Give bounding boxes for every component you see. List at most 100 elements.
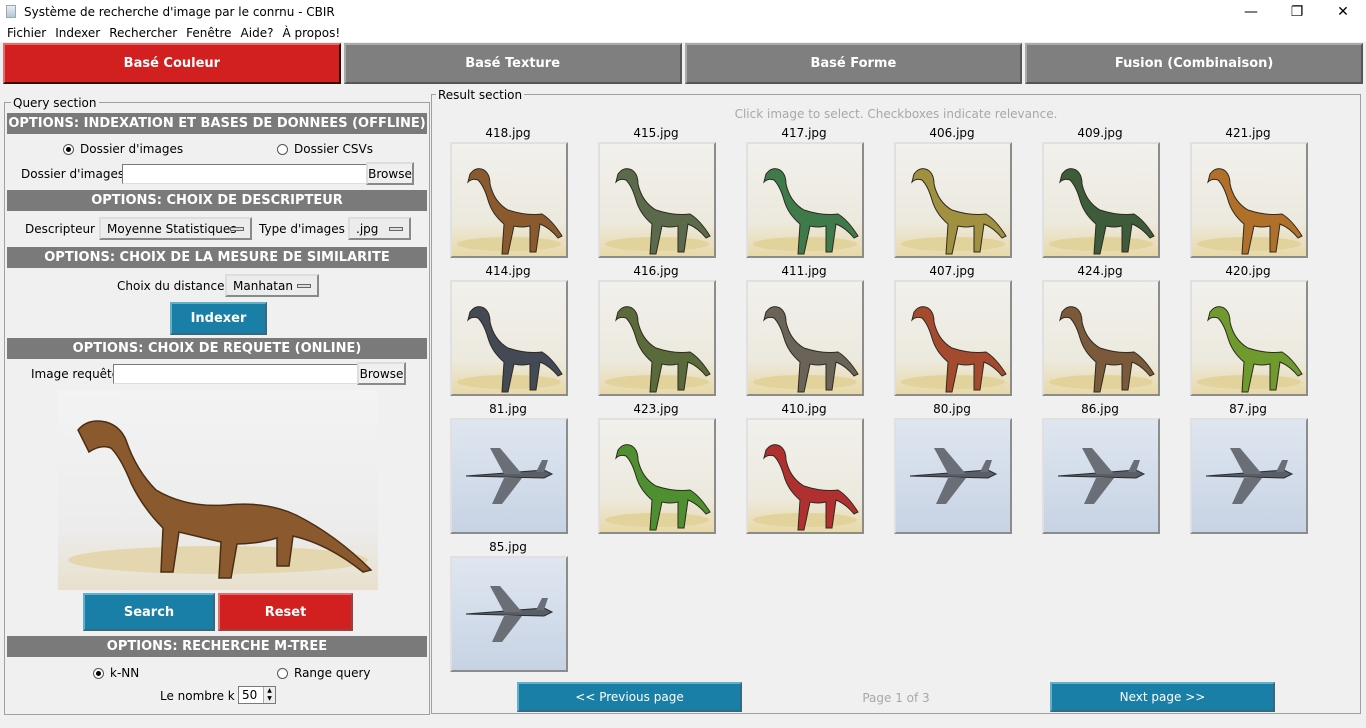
result-thumbnail[interactable]	[746, 280, 864, 396]
result-image-name: 411.jpg	[781, 264, 827, 278]
descriptor-label: Descripteur :	[25, 222, 103, 236]
result-thumbnail[interactable]	[450, 556, 568, 672]
airplane-image	[465, 448, 554, 504]
menu-indexer[interactable]: Indexer	[52, 26, 106, 40]
reset-button[interactable]: Reset	[218, 593, 353, 631]
next-page-button[interactable]: Next page >>	[1050, 682, 1275, 712]
spin-arrows-icon[interactable]: ▲ ▼	[263, 687, 275, 703]
dinosaur-image	[753, 168, 859, 255]
dinosaur-image	[1197, 306, 1303, 393]
dinosaur-image	[901, 168, 1007, 255]
result-image-name: 409.jpg	[1077, 126, 1123, 140]
app-icon	[6, 5, 16, 18]
menu-fenetre[interactable]: Fenêtre	[183, 26, 237, 40]
radio-range-label: Range query	[294, 666, 371, 680]
result-thumbnail[interactable]	[598, 280, 716, 396]
menu-bar: Fichier Indexer Rechercher Fenêtre Aide?…	[0, 23, 1366, 42]
menu-fichier[interactable]: Fichier	[4, 26, 52, 40]
airplane-image	[1057, 448, 1146, 504]
result-image-name: 416.jpg	[633, 264, 679, 278]
result-image-name: 424.jpg	[1077, 264, 1123, 278]
indexation-header: OPTIONS: INDEXATION ET BASES DE DONNEES …	[7, 113, 427, 134]
dropdown-indicator-icon	[230, 227, 244, 231]
menu-aide[interactable]: Aide?	[238, 26, 280, 40]
menu-a-propos[interactable]: À propos!	[279, 26, 346, 40]
result-thumbnail[interactable]	[1190, 418, 1308, 534]
menu-rechercher[interactable]: Rechercher	[106, 26, 183, 40]
previous-page-button[interactable]: << Previous page	[517, 682, 742, 712]
result-thumbnail[interactable]	[894, 280, 1012, 396]
result-thumbnail[interactable]	[894, 418, 1012, 534]
result-image-name: 80.jpg	[933, 402, 971, 416]
k-count-spinbox[interactable]: 50 ▲ ▼	[238, 686, 276, 704]
result-image-name: 81.jpg	[489, 402, 527, 416]
result-thumbnail[interactable]	[450, 418, 568, 534]
result-image-name: 407.jpg	[929, 264, 975, 278]
radio-csv-label: Dossier CSVs	[294, 142, 374, 156]
radio-range-query[interactable]: Range query	[277, 666, 371, 680]
result-thumbnail[interactable]	[1190, 142, 1308, 258]
result-image-name: 417.jpg	[781, 126, 827, 140]
result-thumbnail[interactable]	[598, 418, 716, 534]
image-type-value: .jpg	[356, 221, 379, 236]
search-button[interactable]: Search	[83, 593, 215, 631]
descriptor-dropdown[interactable]: Moyenne Statistiques	[99, 217, 252, 240]
radio-dossier-csvs[interactable]: Dossier CSVs	[277, 142, 373, 156]
folder-browse-button[interactable]: Browse	[366, 162, 414, 185]
k-count-value: 50	[242, 688, 258, 702]
query-browse-button[interactable]: Browse	[357, 362, 406, 385]
dinosaur-image	[753, 444, 859, 531]
page-indicator: Page 1 of 3	[862, 691, 930, 705]
result-thumbnail[interactable]	[894, 142, 1012, 258]
mtree-header: OPTIONS: RECHERCHE M-TREE	[7, 636, 427, 657]
indexer-button[interactable]: Indexer	[170, 302, 267, 335]
dinosaur-image	[605, 444, 711, 531]
airplane-image	[1205, 448, 1294, 504]
dinosaur-image	[1197, 168, 1303, 255]
tab-couleur[interactable]: Basé Couleur	[3, 43, 341, 84]
distance-dropdown[interactable]: Manhatan	[225, 274, 319, 297]
maximize-button[interactable]: ❐	[1274, 0, 1320, 23]
dropdown-indicator-icon	[389, 227, 403, 231]
query-section: Query section OPTIONS: INDEXATION ET BAS…	[4, 96, 430, 715]
dinosaur-image	[753, 306, 859, 393]
airplane-image	[465, 586, 554, 642]
result-image-name: 414.jpg	[485, 264, 531, 278]
minimize-button[interactable]: —	[1228, 0, 1274, 23]
image-type-dropdown[interactable]: .jpg	[348, 217, 411, 240]
close-button[interactable]: ✕	[1320, 0, 1366, 23]
descriptor-header: OPTIONS: CHOIX DE DESCRIPTEUR	[7, 190, 427, 211]
folder-input[interactable]	[122, 164, 367, 184]
distance-value: Manhatan	[233, 278, 293, 293]
similarity-header: OPTIONS: CHOIX DE LA MESURE DE SIMILARIT…	[7, 247, 427, 268]
dinosaur-image	[605, 306, 711, 393]
query-section-label: Query section	[11, 96, 99, 110]
dinosaur-image	[901, 306, 1007, 393]
tab-texture[interactable]: Basé Texture	[343, 43, 682, 84]
image-type-label: Type d'images :	[259, 222, 353, 236]
radio-dossier-images[interactable]: Dossier d'images	[63, 142, 183, 156]
tab-forme[interactable]: Basé Forme	[684, 43, 1023, 84]
result-thumbnail[interactable]	[450, 142, 568, 258]
radio-knn-indicator	[93, 667, 104, 679]
result-thumbnail[interactable]	[1042, 280, 1160, 396]
result-thumbnail[interactable]	[1042, 418, 1160, 534]
result-thumbnail[interactable]	[1042, 142, 1160, 258]
query-image-input[interactable]	[113, 364, 358, 384]
query-image-preview	[58, 390, 378, 590]
result-thumbnail[interactable]	[598, 142, 716, 258]
result-thumbnail[interactable]	[746, 142, 864, 258]
window-title: Système de recherche d'image par le conr…	[24, 4, 335, 19]
tab-fusion[interactable]: Fusion (Combinaison)	[1025, 43, 1363, 84]
result-thumbnail[interactable]	[1190, 280, 1308, 396]
result-hint: Click image to select. Checkboxes indica…	[734, 107, 1058, 121]
result-thumbnail[interactable]	[746, 418, 864, 534]
result-thumbnail[interactable]	[450, 280, 568, 396]
airplane-image	[909, 448, 998, 504]
radio-knn[interactable]: k-NN	[93, 666, 139, 680]
query-dinosaur-image	[68, 420, 373, 579]
distance-label: Choix du distance :	[117, 279, 233, 293]
result-section: Result section Click image to select. Ch…	[431, 88, 1361, 714]
dinosaur-image	[457, 306, 563, 393]
radio-csv-indicator	[277, 143, 288, 155]
